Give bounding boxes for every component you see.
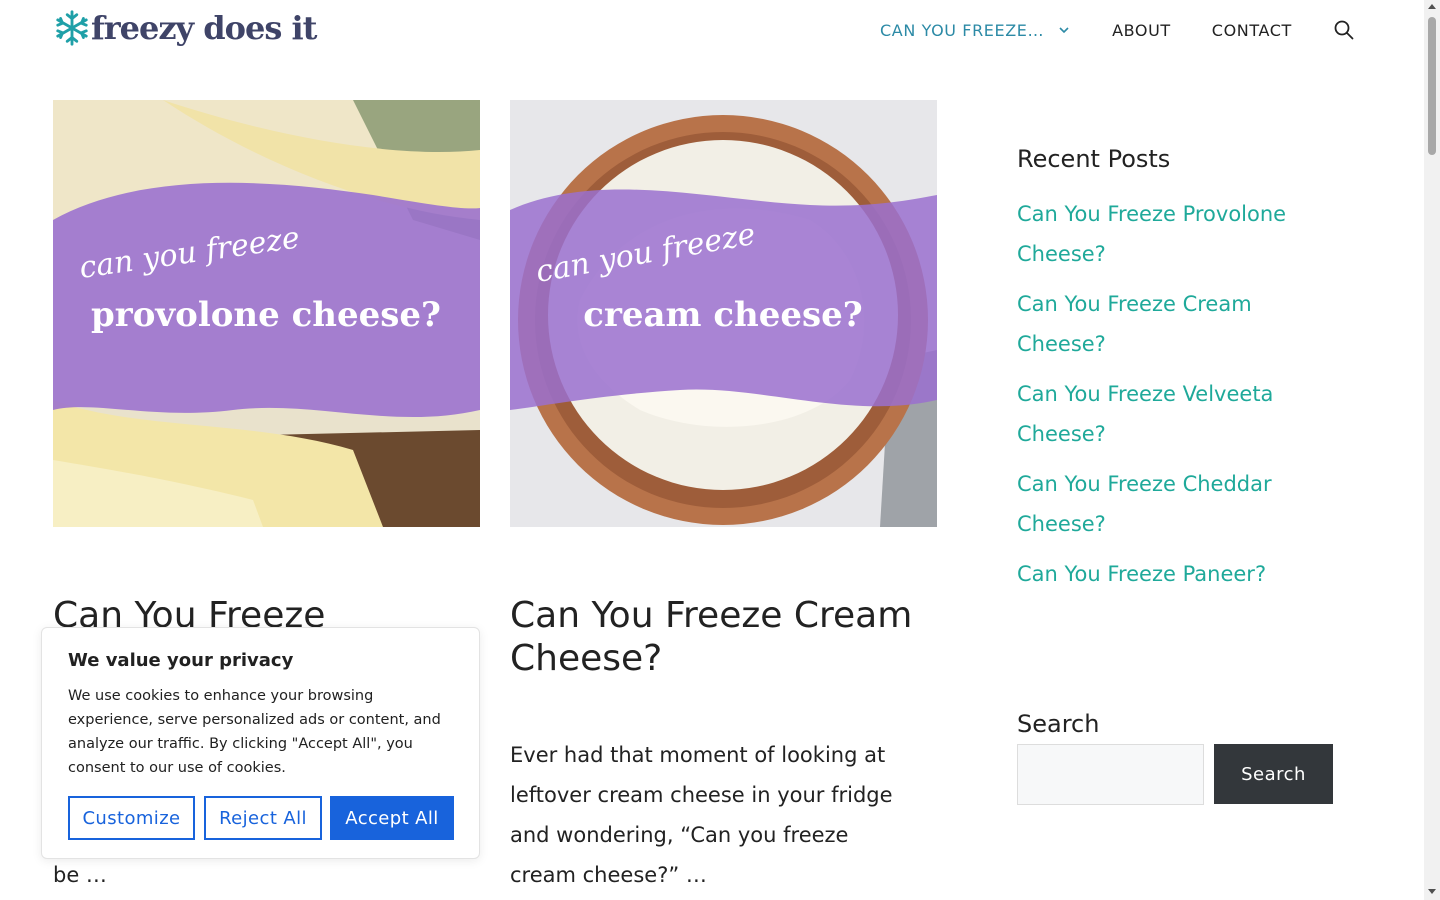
site-logo[interactable]: freezy does it (53, 8, 317, 48)
recent-post-line: Can You Freeze Velveeta (1017, 382, 1274, 406)
recent-post-line: Can You Freeze Paneer? (1017, 562, 1267, 586)
cookie-consent-banner: We value your privacy We use cookies to … (41, 627, 480, 859)
excerpt-line: cream cheese?” … (510, 863, 707, 887)
post-title-cream-cheese[interactable]: Can You Freeze Cream Cheese? (510, 594, 937, 680)
nav-item-label: ABOUT (1112, 20, 1171, 40)
logo-text: freezy does it (91, 9, 317, 47)
search-heading: Search (1017, 710, 1100, 738)
scrollbar-thumb[interactable] (1428, 17, 1436, 155)
chevron-down-icon (1059, 27, 1069, 34)
recent-post-line: Cheese? (1017, 512, 1106, 536)
customize-button[interactable]: Customize (68, 796, 195, 840)
cookie-banner-title: We value your privacy (68, 650, 294, 671)
image-caption-line2: provolone cheese? (91, 295, 441, 335)
nav-item-label: CONTACT (1211, 20, 1292, 40)
recent-post-link[interactable]: Can You Freeze Paneer? (1017, 554, 1347, 594)
recent-post-line: Cheese? (1017, 332, 1106, 356)
search-button[interactable]: Search (1214, 744, 1333, 804)
post-title-line: Can You Freeze Cream (510, 595, 913, 636)
reject-all-button[interactable]: Reject All (204, 796, 322, 840)
recent-post-line: Can You Freeze Provolone (1017, 202, 1287, 226)
recent-post-line: Cheese? (1017, 242, 1106, 266)
recent-posts-list: Can You Freeze Provolone Cheese? Can You… (1017, 194, 1347, 604)
nav-item-label: CAN YOU FREEZE… (880, 20, 1045, 40)
site-header: freezy does it CAN YOU FREEZE… ABOUT CON… (0, 0, 1424, 60)
post-title-line: Cheese? (510, 638, 663, 679)
nav-item-contact[interactable]: CONTACT (1212, 21, 1292, 40)
recent-post-link[interactable]: Can You Freeze Velveeta Cheese? (1017, 374, 1347, 454)
nav-item-can-you-freeze[interactable]: CAN YOU FREEZE… (880, 21, 1070, 40)
recent-post-line: Can You Freeze Cheddar (1017, 472, 1272, 496)
post-excerpt-cream-cheese: Ever had that moment of looking at lefto… (510, 735, 937, 895)
snowflake-icon (56, 10, 88, 46)
scroll-up-arrow-icon[interactable] (1428, 4, 1436, 9)
excerpt-line: Ever had that moment of looking at (510, 743, 886, 767)
post-thumbnail-provolone[interactable]: can you freeze provolone cheese? (53, 100, 480, 527)
scroll-down-arrow-icon[interactable] (1428, 889, 1436, 894)
post-excerpt-provolone: be … (53, 855, 107, 895)
excerpt-line: leftover cream cheese in your fridge (510, 783, 893, 807)
main-nav: CAN YOU FREEZE… ABOUT CONTACT (880, 18, 1354, 42)
search-icon[interactable] (1334, 20, 1354, 40)
image-caption-line2: cream cheese? (583, 295, 862, 335)
recent-post-line: Can You Freeze Cream (1017, 292, 1252, 316)
recent-post-link[interactable]: Can You Freeze Provolone Cheese? (1017, 194, 1347, 274)
search-input[interactable] (1017, 744, 1204, 805)
nav-item-about[interactable]: ABOUT (1112, 21, 1171, 40)
cream-cheese-image: can you freeze cream cheese? (510, 100, 937, 527)
recent-post-link[interactable]: Can You Freeze Cream Cheese? (1017, 284, 1347, 364)
recent-post-line: Cheese? (1017, 422, 1106, 446)
provolone-cheese-image: can you freeze provolone cheese? (53, 100, 480, 527)
post-thumbnail-cream-cheese[interactable]: can you freeze cream cheese? (510, 100, 937, 527)
recent-posts-heading: Recent Posts (1017, 145, 1171, 173)
accept-all-button[interactable]: Accept All (330, 796, 454, 840)
page-scrollbar[interactable] (1424, 0, 1440, 900)
recent-post-link[interactable]: Can You Freeze Cheddar Cheese? (1017, 464, 1347, 544)
excerpt-line: and wondering, “Can you freeze (510, 823, 849, 847)
cookie-banner-text: We use cookies to enhance your browsing … (68, 688, 441, 776)
excerpt-text: be … (53, 863, 107, 887)
